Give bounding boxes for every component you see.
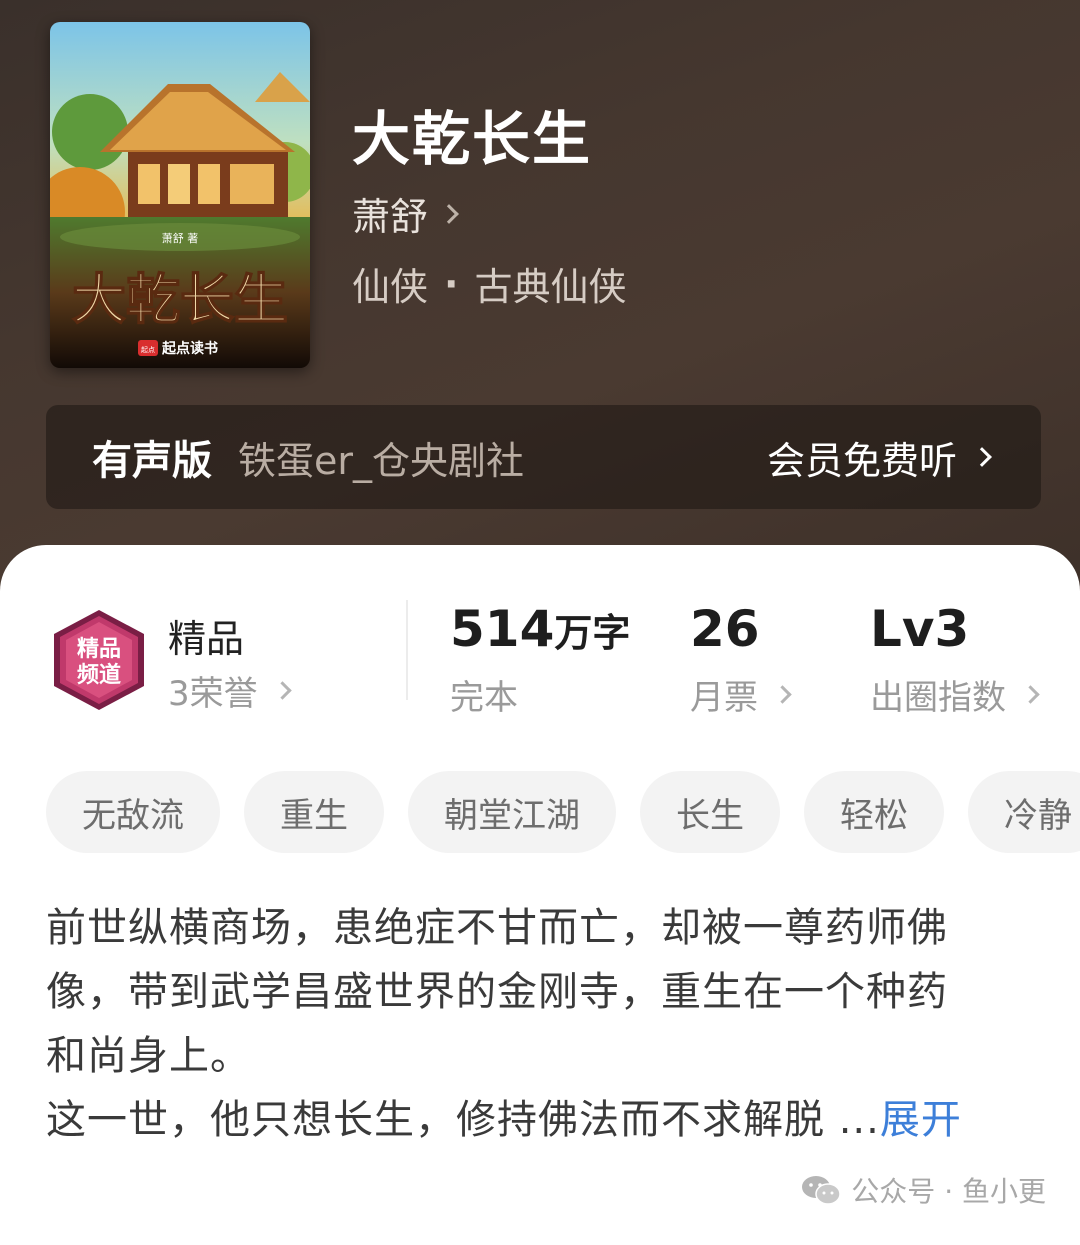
tag-chip[interactable]: 无敌流 xyxy=(46,771,220,853)
member-free-listen-button[interactable]: 会员免费听 xyxy=(766,405,992,509)
author-link[interactable]: 萧舒 xyxy=(352,186,459,241)
premium-channel-badge-icon[interactable]: 精品 频道 xyxy=(50,608,148,712)
synopsis-line: 像，带到武学昌盛世界的金刚寺，重生在一个种药 xyxy=(46,969,948,1015)
watermark-text: 公众号 · 鱼小更 xyxy=(851,1175,1046,1208)
author-name: 萧舒 xyxy=(352,195,429,239)
audio-label: 有声版 xyxy=(92,438,212,484)
tag-list: 无敌流 重生 朝堂江湖 长生 轻松 冷静 xyxy=(46,771,1080,853)
wechat-icon xyxy=(802,1176,842,1205)
expand-link[interactable]: 展开 xyxy=(880,1097,962,1143)
tag-chip[interactable]: 朝堂江湖 xyxy=(408,771,616,853)
popularity-index-label: 出圈指数 xyxy=(870,678,1006,718)
genre-row: 仙侠 · 古典仙侠 xyxy=(352,256,626,311)
chevron-right-icon xyxy=(272,681,292,700)
cover-publisher: 起点读书 xyxy=(161,340,218,357)
chevron-right-icon xyxy=(1021,685,1040,704)
synopsis: 前世纵横商场，患绝症不甘而亡，却被一尊药师佛 像，带到武学昌盛世界的金刚寺，重生… xyxy=(46,896,1046,1152)
badge-text-bottom: 频道 xyxy=(77,662,121,688)
genre-main[interactable]: 仙侠 xyxy=(352,256,428,311)
honor-link[interactable]: 3荣誉 xyxy=(168,666,292,715)
chevron-right-icon xyxy=(439,203,459,224)
member-free-listen-label: 会员免费听 xyxy=(766,438,957,483)
tag-chip[interactable]: 重生 xyxy=(244,771,384,853)
stats-divider xyxy=(406,600,408,700)
cover-title: 大乾长生 xyxy=(72,267,288,331)
monthly-ticket-label: 月票 xyxy=(690,678,758,718)
genre-separator: · xyxy=(444,261,459,306)
synopsis-line: 前世纵横商场，患绝症不甘而亡，却被一尊药师佛 xyxy=(46,905,948,951)
genre-sub[interactable]: 古典仙侠 xyxy=(474,256,626,311)
word-count-unit: 万字 xyxy=(554,611,631,655)
cover-author: 萧舒 著 xyxy=(162,231,199,245)
monthly-ticket-value: 26 xyxy=(690,600,760,658)
popularity-index-value: Lv3 xyxy=(870,600,970,658)
synopsis-line: 和尚身上。 xyxy=(46,1033,251,1079)
watermark: 公众号 · 鱼小更 xyxy=(801,1170,1046,1210)
book-cover[interactable]: 大乾长生 萧舒 著 起点 起点读书 xyxy=(50,22,310,368)
audio-narrator: 铁蛋er_仓央剧社 xyxy=(238,438,525,483)
popularity-index-link[interactable]: 出圈指数 xyxy=(870,670,1040,719)
honor-title: 精品 xyxy=(168,617,245,661)
publisher-logo-mark: 起点 xyxy=(141,346,155,354)
chevron-right-icon xyxy=(972,447,992,467)
cover-illustration: 大乾长生 萧舒 著 起点 起点读书 xyxy=(50,22,310,368)
tag-chip[interactable]: 冷静 xyxy=(968,771,1080,853)
honor-count: 3荣誉 xyxy=(168,674,258,714)
hero-header: 大乾长生 萧舒 著 起点 起点读书 大乾长生 萧舒 仙侠 · 古典仙侠 有声版 … xyxy=(0,0,1080,600)
book-title: 大乾长生 xyxy=(352,105,593,173)
tag-chip[interactable]: 长生 xyxy=(640,771,780,853)
chevron-right-icon xyxy=(773,685,792,704)
word-count-value: 514万字 xyxy=(450,600,631,658)
synopsis-last-line: 这一世，他只想长生，修持佛法而不求解脱 ...展开 xyxy=(46,1097,962,1143)
monthly-ticket-link[interactable]: 月票 xyxy=(690,670,792,719)
word-count-label: 完本 xyxy=(450,678,518,718)
tag-chip[interactable]: 轻松 xyxy=(804,771,944,853)
badge-text-top: 精品 xyxy=(77,636,121,662)
audio-version-bar[interactable]: 有声版 铁蛋er_仓央剧社 会员免费听 xyxy=(46,405,1041,509)
